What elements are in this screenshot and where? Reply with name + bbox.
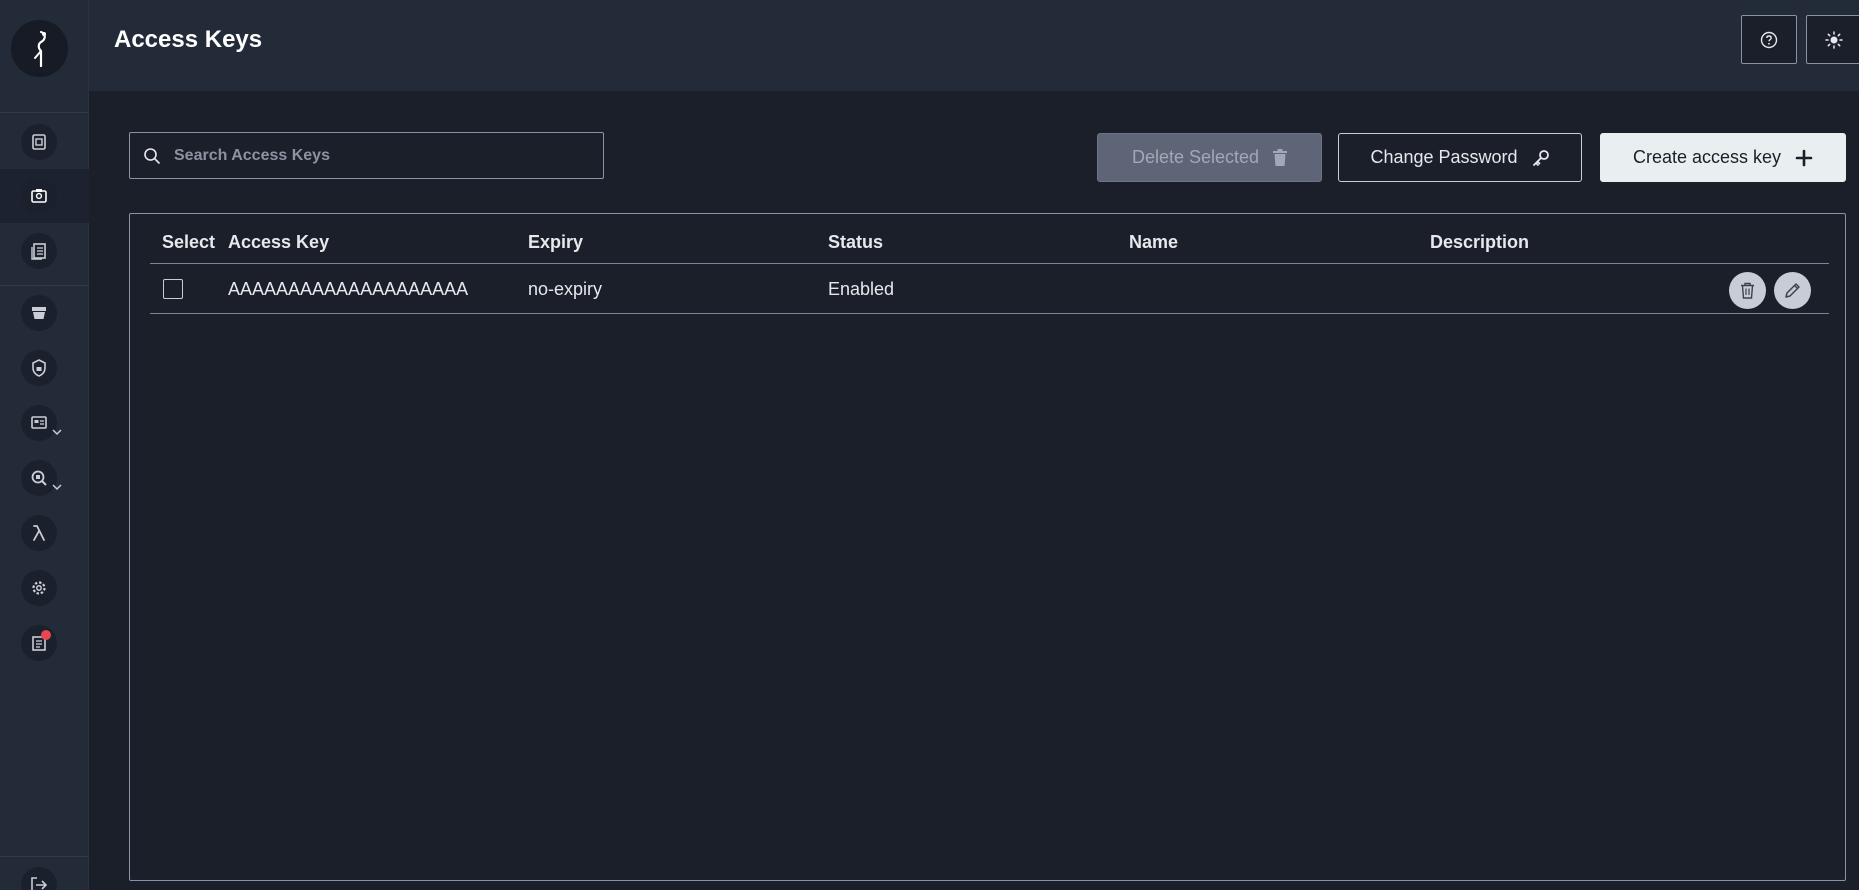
notification-badge <box>41 630 51 640</box>
sidebar-item-security[interactable] <box>0 341 89 395</box>
nav-circle <box>21 625 57 661</box>
search-box[interactable] <box>129 132 604 179</box>
sidebar-divider <box>0 856 89 857</box>
nav-circle <box>21 867 57 890</box>
logout-icon <box>31 877 48 890</box>
nav-circle <box>21 124 57 160</box>
sun-icon <box>1825 31 1843 49</box>
column-header-status[interactable]: Status <box>828 232 883 253</box>
access-keys-table: Select Access Key Expiry Status Name Des… <box>129 213 1846 881</box>
nav-circle <box>21 515 57 551</box>
cell-access-key: AAAAAAAAAAAAAAAAAAAA <box>228 279 469 299</box>
buckets-icon <box>32 134 46 150</box>
change-password-button[interactable]: Change Password <box>1338 133 1582 182</box>
row-divider <box>150 313 1829 314</box>
identity-icon <box>31 189 47 203</box>
column-header-name[interactable]: Name <box>1129 232 1178 253</box>
sidebar-item-tiers[interactable] <box>0 286 89 340</box>
trash-icon <box>1273 149 1288 166</box>
sidebar-item-metrics[interactable] <box>0 451 89 505</box>
column-header-expiry[interactable]: Expiry <box>528 232 583 253</box>
sidebar-item-lambda[interactable] <box>0 506 89 560</box>
sidebar <box>0 0 89 890</box>
cell-expiry: no-expiry <box>528 279 603 299</box>
help-button[interactable] <box>1741 15 1797 64</box>
page-title: Access Keys <box>114 26 263 53</box>
column-header-select: Select <box>162 232 216 252</box>
column-header-access-key[interactable]: Access Key <box>228 232 329 253</box>
chevron-down-icon[interactable] <box>50 480 64 494</box>
trash-icon <box>1741 282 1754 299</box>
row-delete-button[interactable] <box>1729 272 1766 309</box>
minio-logo[interactable] <box>11 20 68 77</box>
create-access-key-button[interactable]: Create access key <box>1600 133 1846 182</box>
help-icon <box>1760 31 1778 49</box>
app-root: Access Keys Search Access Keys Delete Se… <box>0 0 1859 890</box>
nav-circle <box>21 570 57 606</box>
nav-circle <box>21 295 57 331</box>
sidebar-item-logout[interactable] <box>0 858 89 890</box>
sidebar-item-monitoring[interactable] <box>0 396 89 450</box>
lambda-icon <box>33 525 45 541</box>
create-access-key-label: Create access key <box>1632 147 1782 167</box>
nav-circle <box>21 178 57 214</box>
page-header: Access Keys <box>89 0 1859 91</box>
pencil-icon <box>1785 283 1800 298</box>
plus-icon <box>1795 149 1813 166</box>
tiers-icon <box>32 307 46 319</box>
settings-icon <box>32 581 46 595</box>
documents-icon <box>31 243 46 260</box>
column-header-description[interactable]: Description <box>1430 232 1529 253</box>
sidebar-item-documents[interactable] <box>0 224 89 278</box>
sidebar-item-settings[interactable] <box>0 561 89 615</box>
key-icon <box>1532 149 1549 166</box>
row-edit-button[interactable] <box>1774 272 1811 309</box>
nav-circle <box>21 233 57 269</box>
sidebar-item-license[interactable] <box>0 616 89 670</box>
theme-toggle-button[interactable] <box>1806 15 1859 64</box>
nav-circle <box>21 350 57 386</box>
header-divider <box>150 263 1829 264</box>
change-password-label: Change Password <box>1370 147 1518 167</box>
delete-selected-label: Delete Selected <box>1131 147 1260 167</box>
chevron-down-icon[interactable] <box>50 425 64 439</box>
metrics-icon <box>31 470 47 486</box>
cell-status: Enabled <box>828 279 895 299</box>
row-select-checkbox[interactable] <box>163 279 183 299</box>
sidebar-item-identity[interactable] <box>0 169 89 223</box>
delete-selected-button[interactable]: Delete Selected <box>1097 133 1322 182</box>
sidebar-item-buckets[interactable] <box>0 115 89 169</box>
search-input[interactable] <box>174 133 594 178</box>
search-icon <box>144 148 160 164</box>
logo-area <box>0 0 89 113</box>
security-icon <box>32 359 46 377</box>
monitoring-icon <box>31 416 47 429</box>
